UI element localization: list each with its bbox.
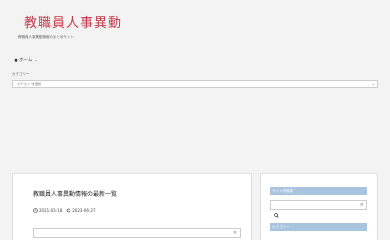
chevron-down-icon: ⌄: [371, 81, 375, 86]
sidebar-widget-title-search: サイト内検索: [270, 187, 367, 195]
sidebar: サイト内検索 × カテゴリー: [260, 173, 378, 240]
breadcrumb-home-link[interactable]: ホーム ⌄: [14, 57, 37, 63]
article-search-input[interactable]: ×: [33, 228, 241, 238]
search-icon: [37, 231, 42, 236]
article-card: 教職員人事異動情報の最新一覧 2021-03-18 2023-06-27 ×: [12, 173, 252, 240]
close-icon[interactable]: ×: [233, 229, 237, 237]
article-title[interactable]: 教職員人事異動情報の最新一覧: [33, 189, 117, 198]
home-icon: [14, 58, 18, 62]
clock-icon: [33, 208, 38, 213]
site-logo[interactable]: 教職員人事異動: [24, 12, 122, 31]
updated-date: 2023-06-27: [72, 208, 96, 213]
sidebar-search-input[interactable]: ×: [270, 200, 367, 218]
category-select[interactable]: カテゴリーを選択 ⌄: [12, 80, 378, 88]
home-label: ホーム: [19, 58, 33, 63]
site-tagline: 教職員人事異動情報のまとめサイト: [18, 35, 74, 39]
chevron-down-icon: ⌄: [34, 58, 38, 62]
close-icon[interactable]: ×: [360, 201, 364, 209]
published-date: 2021-03-18: [39, 208, 63, 213]
refresh-icon: [66, 208, 71, 213]
search-icon: [274, 203, 279, 218]
sidebar-widget-title-category: カテゴリー: [270, 223, 367, 231]
category-select-value: カテゴリーを選択: [17, 82, 42, 86]
category-label: カテゴリー: [12, 72, 30, 76]
article-meta: 2021-03-18 2023-06-27: [33, 208, 96, 213]
